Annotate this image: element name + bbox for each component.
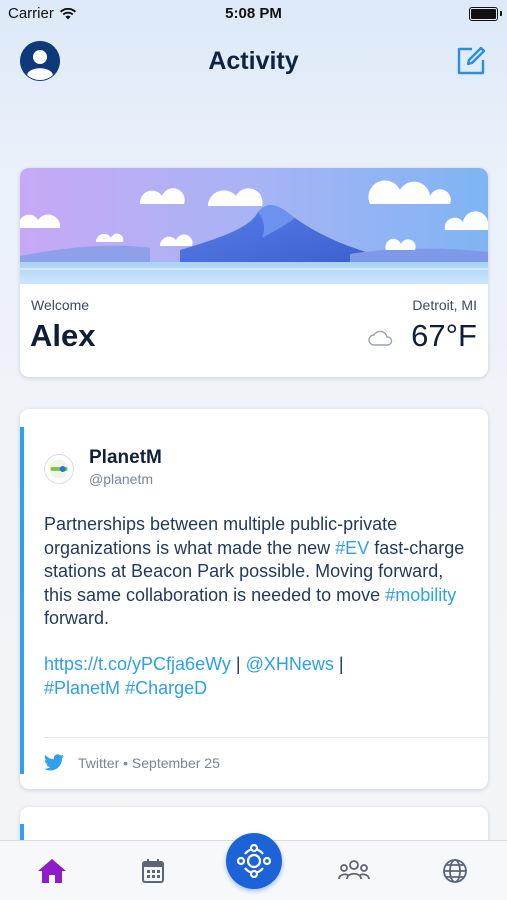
- tweet-date: September 25: [131, 754, 220, 771]
- people-icon: [338, 860, 370, 880]
- status-bar: Carrier 5:08 PM: [0, 0, 507, 26]
- clock: 5:08 PM: [225, 5, 282, 22]
- tweet-text-segment: forward.: [44, 608, 110, 628]
- user-name: Alex: [30, 318, 96, 353]
- hub-button[interactable]: [226, 833, 282, 889]
- page-title: Activity: [208, 47, 299, 75]
- welcome-label: Welcome: [31, 297, 90, 313]
- hashtag-ev-link[interactable]: #EV: [335, 538, 369, 558]
- temperature-value: 67°F: [411, 318, 477, 353]
- tweet-links: https://t.co/yPCfja6eWy | @XHNews | #Plan…: [44, 653, 474, 700]
- hashtag-mobility-link[interactable]: #mobility: [385, 585, 456, 605]
- separator: |: [230, 654, 246, 674]
- tweet-card[interactable]: PlanetM @planetm Partnerships between mu…: [20, 409, 488, 789]
- tweet-body: Partnerships between multiple public-pri…: [44, 513, 474, 631]
- location-label: Detroit, MI: [412, 297, 477, 313]
- planetm-logo: [44, 454, 74, 484]
- hub-icon: [237, 844, 271, 878]
- calendar-icon: [142, 859, 164, 883]
- tab-calendar[interactable]: [137, 855, 169, 887]
- tweet-author[interactable]: PlanetM: [89, 447, 162, 469]
- xhnews-mention-link[interactable]: @XHNews: [246, 654, 334, 674]
- tweet-footer: Twitter • September 25: [44, 754, 220, 771]
- tweet-handle[interactable]: @planetm: [89, 471, 153, 487]
- cloud-icon: [368, 330, 393, 346]
- globe-icon: [443, 859, 467, 883]
- meta-dot: •: [123, 754, 129, 771]
- hashtag-charged-link[interactable]: #ChargeD: [125, 678, 207, 698]
- separator: |: [333, 654, 344, 674]
- tweet-accent-bar: [20, 427, 24, 774]
- short-url-link[interactable]: https://t.co/yPCfja6eWy: [44, 654, 231, 674]
- tweet-meta: Twitter • September 25: [78, 755, 220, 771]
- home-icon: [38, 859, 66, 883]
- twitter-bird-icon: [44, 754, 64, 771]
- tab-home[interactable]: [36, 855, 68, 887]
- tab-community[interactable]: [338, 855, 370, 887]
- landscape-illustration: [20, 168, 488, 284]
- tab-explore[interactable]: [439, 855, 471, 887]
- tweet-source: Twitter: [78, 754, 120, 771]
- welcome-weather-card: Welcome Alex Detroit, MI 67°F: [20, 168, 488, 377]
- divider: [44, 737, 488, 738]
- battery-icon: [469, 7, 502, 21]
- hashtag-planetm-link[interactable]: #PlanetM: [44, 678, 120, 698]
- compose-icon[interactable]: [455, 45, 487, 77]
- nav-bar: Activity: [0, 38, 507, 84]
